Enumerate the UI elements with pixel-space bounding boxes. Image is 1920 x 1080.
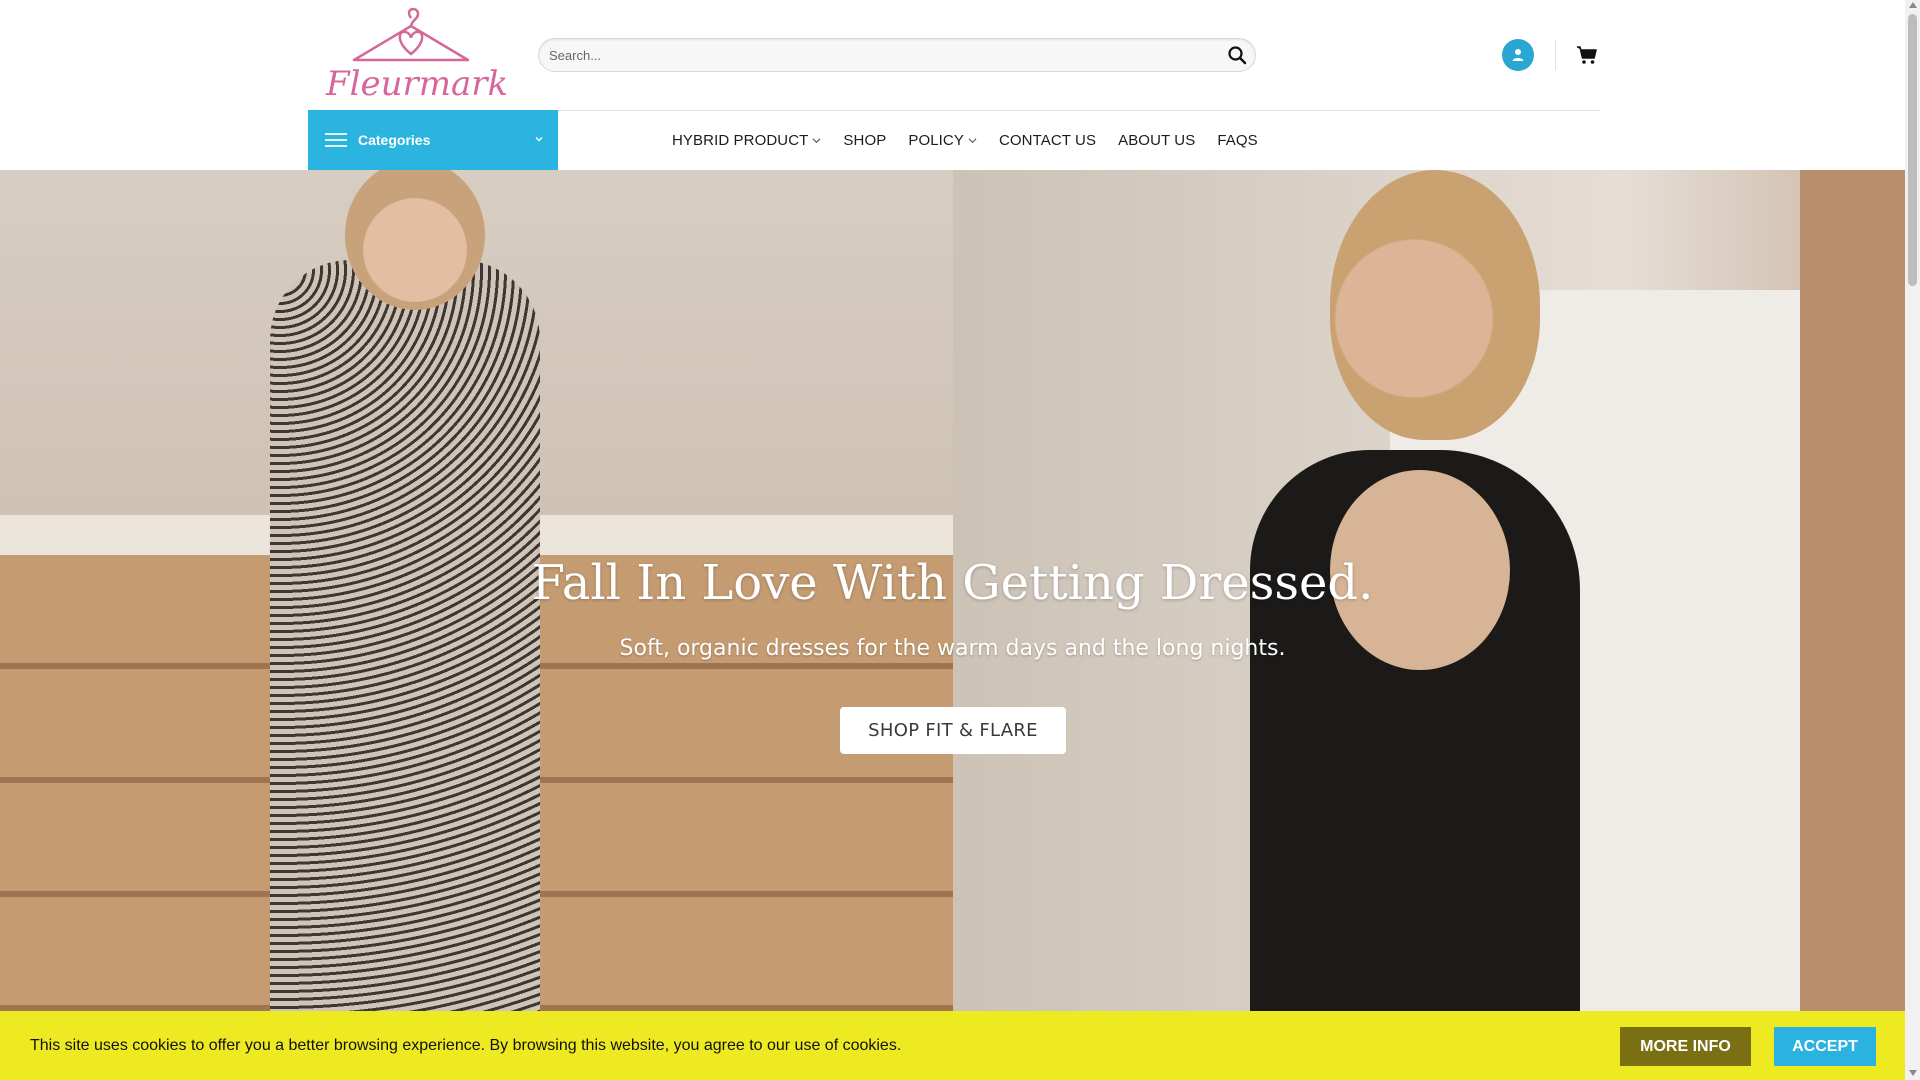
hero-subtitle: Soft, organic dresses for the warm days … — [619, 636, 1286, 661]
more-info-button[interactable]: MORE INFO — [1620, 1027, 1751, 1066]
hero-banner: Fall In Love With Getting Dressed. Soft,… — [0, 170, 1905, 1080]
model-right-head — [1330, 170, 1540, 440]
nav-item-label: SHOP — [843, 131, 887, 149]
scrollbar-thumb[interactable] — [1908, 14, 1917, 286]
header-divider — [1555, 40, 1556, 70]
menu-icon — [325, 133, 347, 147]
nav-item-hybrid-product[interactable]: HYBRID PRODUCT — [672, 132, 821, 149]
header-inner: Fleurmark — [308, 0, 1600, 110]
nav-item-shop[interactable]: SHOP — [843, 132, 886, 149]
model-left-dress — [270, 260, 540, 1080]
nav-item-label: HYBRID PRODUCT — [672, 131, 809, 149]
shop-fit-flare-button[interactable]: SHOP FIT & FLARE — [840, 707, 1066, 754]
site-header: Fleurmark Categories — [0, 0, 1905, 170]
main-nav: HYBRID PRODUCT SHOP POLICY CONTACT US AB… — [672, 110, 1280, 170]
chevron-down-icon — [968, 137, 977, 143]
hero-title: Fall In Love With Getting Dressed. — [531, 555, 1374, 611]
nav-item-label: CONTACT US — [998, 131, 1097, 149]
brand-name: Fleurmark — [326, 64, 509, 104]
nav-item-about-us[interactable]: ABOUT US — [1118, 132, 1195, 149]
nav-item-label: POLICY — [908, 131, 964, 149]
nav-item-label: FAQS — [1217, 131, 1258, 149]
scroll-down-arrow-icon[interactable] — [1909, 1070, 1917, 1076]
brand-logo[interactable]: Fleurmark — [326, 4, 509, 104]
accept-button[interactable]: ACCEPT — [1774, 1027, 1876, 1066]
hero-wall — [1800, 170, 1905, 1080]
nav-item-policy[interactable]: POLICY — [908, 132, 977, 149]
chevron-down-icon — [535, 137, 543, 142]
nav-item-contact-us[interactable]: CONTACT US — [999, 132, 1096, 149]
categories-label: Categories — [358, 132, 431, 148]
categories-button[interactable]: Categories — [308, 110, 558, 170]
search-box — [538, 38, 1256, 72]
scroll-up-arrow-icon[interactable] — [1909, 2, 1917, 8]
chevron-down-icon — [812, 137, 821, 143]
user-icon — [1512, 49, 1524, 61]
cookie-message: This site uses cookies to offer you a be… — [30, 1037, 902, 1054]
cookie-banner: This site uses cookies to offer you a be… — [0, 1011, 1905, 1080]
nav-item-label: ABOUT US — [1118, 131, 1196, 149]
search-input[interactable] — [549, 39, 1209, 71]
search-icon[interactable] — [1227, 45, 1247, 65]
page-scrollbar[interactable] — [1905, 0, 1920, 1080]
nav-item-faqs[interactable]: FAQS — [1217, 132, 1257, 149]
account-button[interactable] — [1502, 39, 1534, 71]
cart-icon[interactable] — [1576, 44, 1598, 66]
